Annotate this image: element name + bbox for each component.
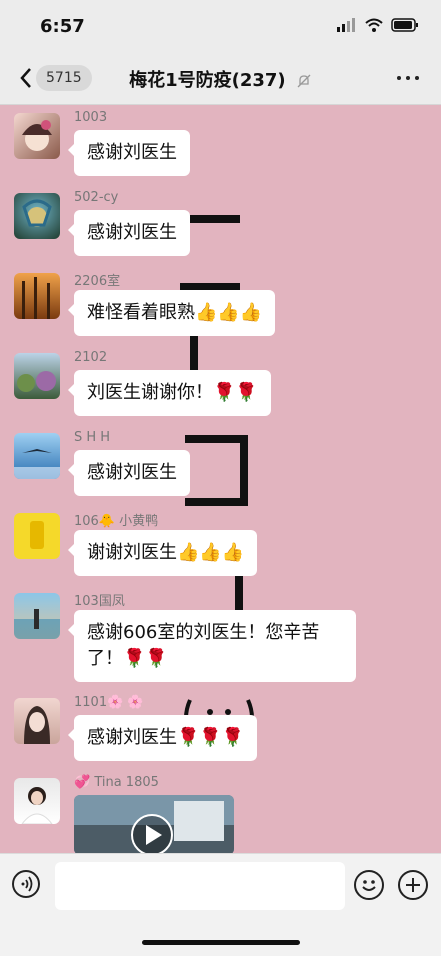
background-art: [185, 435, 248, 506]
sender-name: 502-cy: [74, 190, 119, 205]
sender-name: 1003: [74, 110, 108, 125]
sender-name: S H H: [74, 430, 111, 445]
sender-name: 106🐥 小黄鸭: [74, 514, 159, 529]
status-time: 6:57: [40, 16, 85, 37]
emoji-icon[interactable]: [354, 870, 384, 900]
chat-nav-bar: 5715 梅花1号防疫(237): [0, 52, 441, 105]
plus-icon[interactable]: [398, 870, 428, 900]
message-bubble[interactable]: 谢谢刘医生👍👍👍: [67, 530, 258, 576]
message-bubble[interactable]: 感谢606室的刘医生！您辛苦了！🌹🌹: [68, 610, 356, 682]
avatar[interactable]: [14, 778, 60, 824]
sender-name: 2206室: [74, 274, 121, 289]
sender-name: 103国凤: [74, 594, 125, 609]
status-bar: 6:57: [0, 0, 441, 52]
avatar[interactable]: [14, 593, 60, 639]
sender-name: 1101🌸 🌸: [74, 695, 144, 710]
message-bubble[interactable]: 刘医生谢谢你！🌹🌹: [68, 370, 271, 416]
avatar[interactable]: [14, 513, 60, 559]
sender-name: 💞 Tina 1805: [74, 775, 159, 790]
avatar[interactable]: [14, 113, 60, 159]
signal-icon: [337, 18, 355, 32]
avatar[interactable]: [14, 273, 60, 319]
mute-bell-icon: [297, 74, 311, 88]
status-icons: [337, 18, 419, 32]
battery-icon: [391, 18, 418, 32]
chat-title: 梅花1号防疫(237): [129, 70, 286, 91]
avatar[interactable]: [14, 193, 60, 239]
voice-icon[interactable]: [12, 870, 40, 898]
sender-name: 2102: [74, 350, 108, 365]
message-bubble[interactable]: 难怪看着眼熟👍👍👍: [67, 290, 276, 336]
message-bubble[interactable]: 感谢刘医生: [68, 130, 190, 176]
video-message[interactable]: [74, 795, 234, 853]
more-dots-icon[interactable]: [397, 76, 419, 80]
chat-title-wrap: 梅花1号防疫(237): [0, 66, 441, 92]
message-bubble[interactable]: 感谢刘医生🌹🌹🌹: [67, 715, 258, 761]
avatar[interactable]: [14, 433, 60, 479]
message-bubble[interactable]: 感谢刘医生: [68, 450, 190, 496]
input-bar: [0, 853, 441, 956]
chat-area[interactable]: 1003 感谢刘医生 502-cy 感谢刘医生 2206室 难怪看着眼熟👍👍👍 …: [0, 105, 441, 853]
avatar[interactable]: [14, 353, 60, 399]
wifi-icon: [365, 18, 383, 32]
message-input[interactable]: [55, 862, 345, 910]
home-indicator: [142, 940, 300, 945]
avatar[interactable]: [14, 698, 60, 744]
message-bubble[interactable]: 感谢刘医生: [68, 210, 190, 256]
